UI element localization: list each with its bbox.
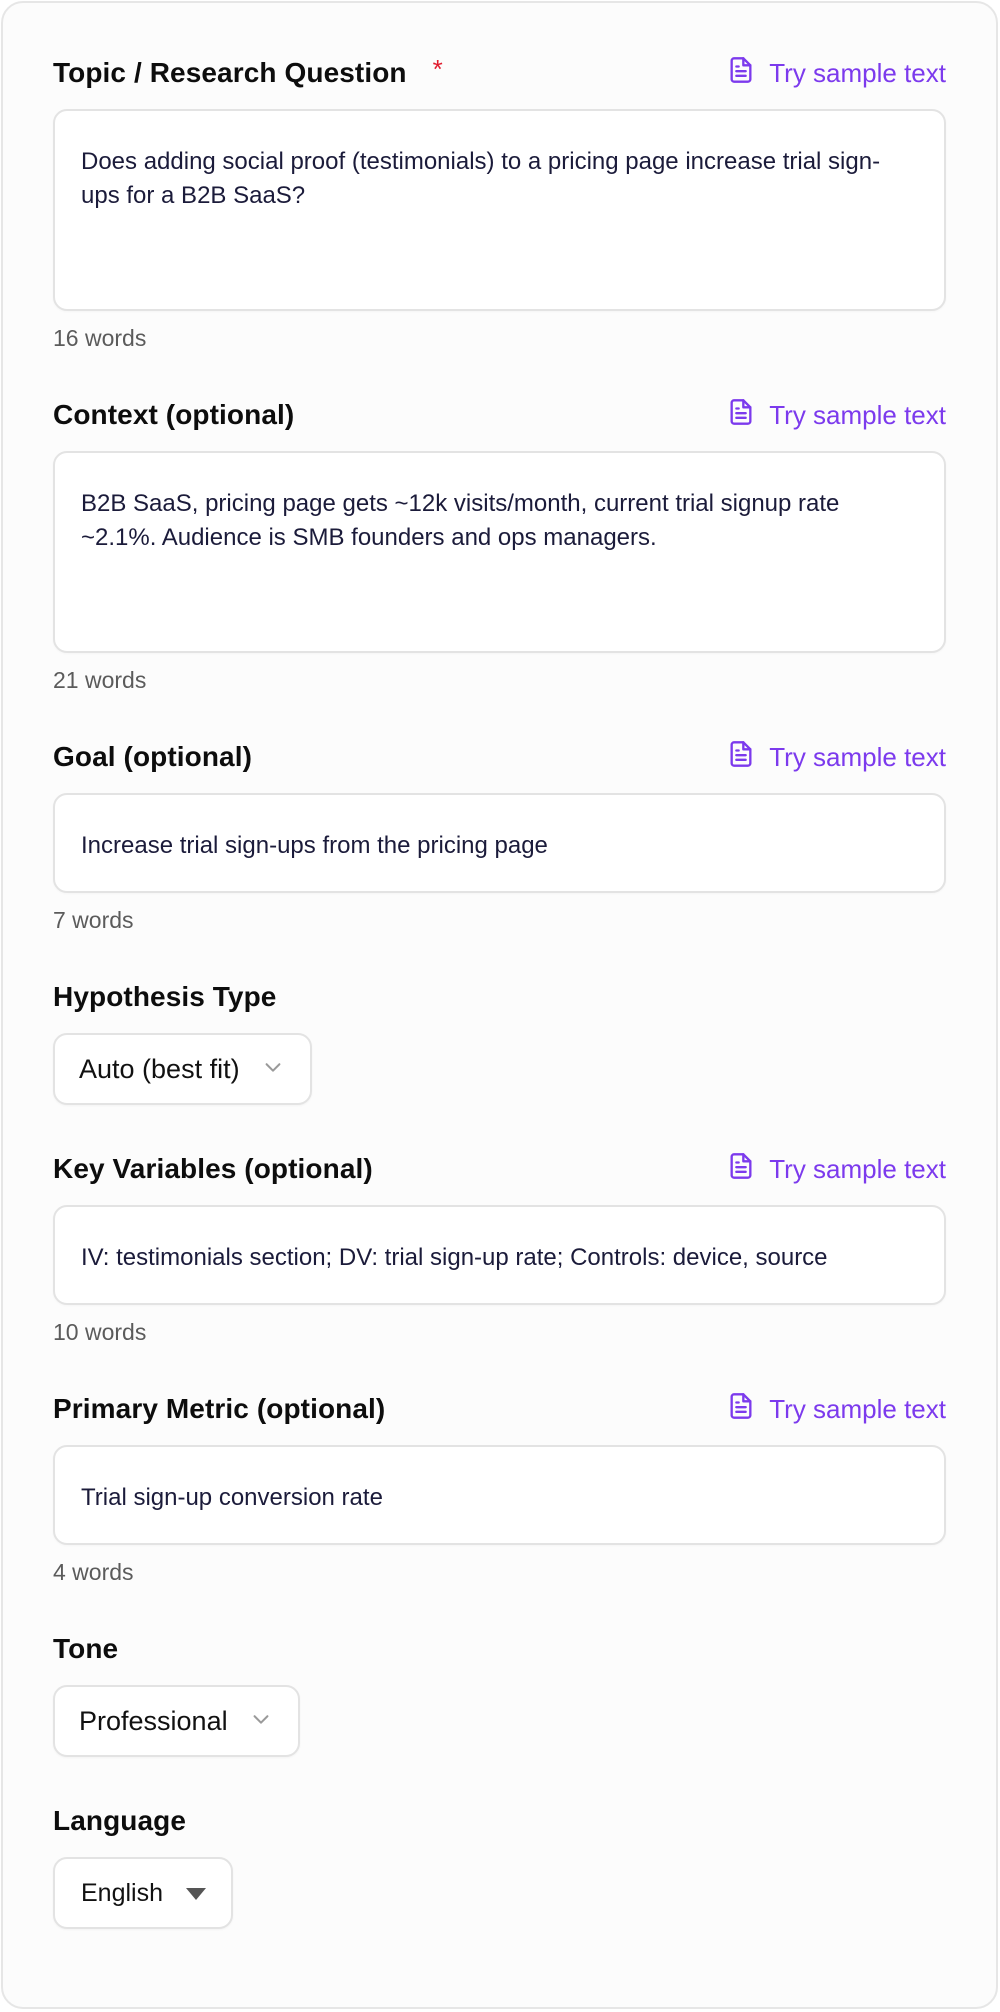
topic-label: Topic / Research Question <box>53 57 407 88</box>
try-sample-label: Try sample text <box>769 399 946 430</box>
goal-label: Goal (optional) <box>53 741 253 772</box>
context-field: Context (optional) Try sample text B2B S… <box>53 395 946 697</box>
topic-textarea[interactable]: Does adding social proof (testimonials) … <box>53 109 946 311</box>
chevron-down-icon <box>228 1706 272 1737</box>
context-word-count: 21 words <box>53 667 147 693</box>
try-sample-label: Try sample text <box>769 1153 946 1184</box>
context-try-sample-button[interactable]: Try sample text <box>727 398 946 433</box>
form-card: Topic / Research Question * Try sample te… <box>1 1 998 2009</box>
goal-try-sample-button[interactable]: Try sample text <box>727 740 946 775</box>
key-variables-label: Key Variables (optional) <box>53 1153 373 1184</box>
key-variables-input[interactable]: IV: testimonials section; DV: trial sign… <box>53 1205 946 1305</box>
tone-select[interactable]: Professional <box>53 1685 300 1757</box>
goal-input[interactable]: Increase trial sign-ups from the pricing… <box>53 793 946 893</box>
try-sample-label: Try sample text <box>769 741 946 772</box>
language-select[interactable]: English <box>53 1857 233 1929</box>
document-icon <box>727 1152 755 1187</box>
required-marker: * <box>432 54 443 84</box>
context-textarea[interactable]: B2B SaaS, pricing page gets ~12k visits/… <box>53 451 946 653</box>
primary-metric-word-count: 4 words <box>53 1559 134 1585</box>
primary-metric-try-sample-button[interactable]: Try sample text <box>727 1392 946 1427</box>
topic-try-sample-button[interactable]: Try sample text <box>727 56 946 91</box>
language-value: English <box>81 1878 163 1907</box>
tone-label: Tone <box>53 1633 119 1664</box>
goal-word-count: 7 words <box>53 907 134 933</box>
hypothesis-type-label: Hypothesis Type <box>53 981 277 1012</box>
try-sample-label: Try sample text <box>769 1393 946 1424</box>
tone-value: Professional <box>79 1705 228 1736</box>
try-sample-label: Try sample text <box>769 57 946 88</box>
tone-field: Tone Professional <box>53 1629 946 1757</box>
primary-metric-field: Primary Metric (optional) Try sample tex… <box>53 1389 946 1589</box>
primary-metric-label: Primary Metric (optional) <box>53 1393 386 1424</box>
topic-word-count: 16 words <box>53 325 147 351</box>
document-icon <box>727 398 755 433</box>
key-variables-try-sample-button[interactable]: Try sample text <box>727 1152 946 1187</box>
hypothesis-type-field: Hypothesis Type Auto (best fit) <box>53 977 946 1105</box>
hypothesis-type-value: Auto (best fit) <box>79 1053 240 1084</box>
topic-field: Topic / Research Question * Try sample te… <box>53 53 946 355</box>
caret-down-icon <box>163 1879 207 1908</box>
context-label: Context (optional) <box>53 399 295 430</box>
hypothesis-type-select[interactable]: Auto (best fit) <box>53 1033 312 1105</box>
language-label: Language <box>53 1805 187 1836</box>
document-icon <box>727 56 755 91</box>
language-field: Language English <box>53 1801 946 1929</box>
key-variables-word-count: 10 words <box>53 1319 147 1345</box>
goal-field: Goal (optional) Try sample text Increase… <box>53 737 946 937</box>
chevron-down-icon <box>240 1054 284 1085</box>
document-icon <box>727 1392 755 1427</box>
key-variables-field: Key Variables (optional) Try sample text… <box>53 1149 946 1349</box>
primary-metric-input[interactable]: Trial sign-up conversion rate <box>53 1445 946 1545</box>
document-icon <box>727 740 755 775</box>
